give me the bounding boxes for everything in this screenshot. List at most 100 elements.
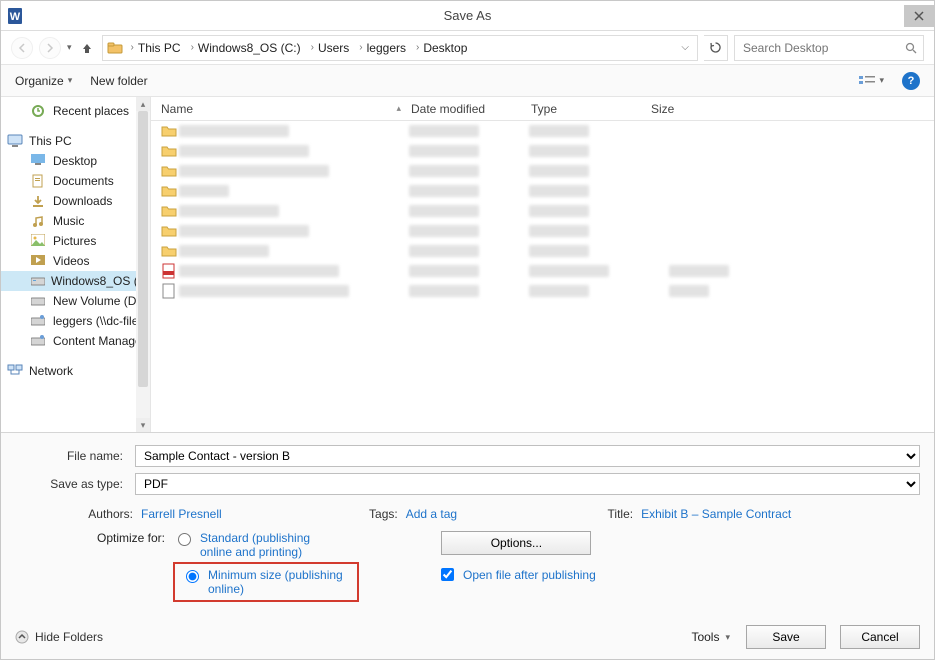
checkbox-input[interactable]: [441, 568, 454, 581]
file-list-header: Name▴ Date modified Type Size: [151, 97, 934, 121]
authors-value[interactable]: Farrell Presnell: [141, 507, 222, 521]
tree-label: New Volume (D:): [53, 294, 144, 308]
file-list: Name▴ Date modified Type Size: [151, 97, 934, 432]
radio-label: Minimum size (publishing online): [208, 568, 351, 596]
open-after-checkbox[interactable]: Open file after publishing: [437, 565, 596, 584]
radio-input[interactable]: [178, 533, 191, 546]
tree-label: This PC: [29, 134, 72, 148]
breadcrumb-segment[interactable]: ›Windows8_OS (C:): [187, 41, 303, 55]
tree-label: Network: [29, 364, 73, 378]
up-button[interactable]: [78, 39, 96, 57]
radio-input[interactable]: [186, 570, 199, 583]
tree-downloads[interactable]: Downloads: [1, 191, 150, 211]
address-dropdown-icon[interactable]: ⌵: [677, 42, 693, 53]
documents-icon: [31, 174, 47, 188]
close-button[interactable]: [904, 5, 934, 27]
hide-folders-button[interactable]: Hide Folders: [15, 630, 103, 644]
drive-icon: [107, 40, 123, 56]
file-row[interactable]: [151, 121, 934, 141]
hide-folders-label: Hide Folders: [35, 630, 103, 644]
tree-label: Downloads: [53, 194, 112, 208]
column-type[interactable]: Type: [531, 102, 651, 116]
save-as-type-select[interactable]: PDF: [135, 473, 920, 495]
breadcrumb-segment[interactable]: ›Users: [307, 41, 352, 55]
drive-icon: [31, 274, 45, 288]
tags-value[interactable]: Add a tag: [406, 507, 457, 521]
file-row[interactable]: [151, 161, 934, 181]
tree-leggers-share[interactable]: leggers (\\dc-file: [1, 311, 150, 331]
file-row[interactable]: [151, 141, 934, 161]
tree-recent-places[interactable]: Recent places: [1, 101, 150, 121]
main-area: ▴ ▾ Recent places This PC Desktop Docume…: [1, 97, 934, 433]
tree-content-manage[interactable]: Content Manage: [1, 331, 150, 351]
tree-music[interactable]: Music: [1, 211, 150, 231]
forward-button[interactable]: [39, 37, 61, 59]
folder-icon: [161, 244, 179, 258]
file-row[interactable]: [151, 181, 934, 201]
tree-documents[interactable]: Documents: [1, 171, 150, 191]
folder-icon: [161, 144, 179, 158]
videos-icon: [31, 254, 47, 268]
nav-tree: ▴ ▾ Recent places This PC Desktop Docume…: [1, 97, 151, 432]
back-button[interactable]: [11, 37, 33, 59]
titlebar: W Save As: [1, 1, 934, 31]
tree-network[interactable]: Network: [1, 361, 150, 381]
view-button[interactable]: ▾: [859, 75, 884, 87]
pc-icon: [7, 134, 23, 148]
tree-pictures[interactable]: Pictures: [1, 231, 150, 251]
folder-icon: [161, 224, 179, 238]
scroll-up-icon[interactable]: ▴: [136, 97, 150, 111]
file-name-input[interactable]: Sample Contact - version B: [135, 445, 920, 467]
network-drive-icon: [31, 334, 47, 348]
breadcrumb-segment[interactable]: ›Desktop: [412, 41, 469, 55]
tree-this-pc[interactable]: This PC: [1, 131, 150, 151]
scroll-down-icon[interactable]: ▾: [136, 418, 150, 432]
search-box[interactable]: [734, 35, 924, 61]
file-row[interactable]: [151, 221, 934, 241]
options-button[interactable]: Options...: [441, 531, 591, 555]
tree-label: Recent places: [53, 104, 129, 118]
address-bar[interactable]: ›This PC ›Windows8_OS (C:) ›Users ›legge…: [102, 35, 698, 61]
tools-button[interactable]: Tools▾: [691, 630, 730, 644]
help-button[interactable]: ?: [902, 72, 920, 90]
optimize-standard-radio[interactable]: Standard (publishing online and printing…: [173, 531, 343, 559]
sort-indicator-icon: ▴: [396, 103, 401, 114]
title-value[interactable]: Exhibit B – Sample Contract: [641, 507, 791, 521]
new-folder-button[interactable]: New folder: [90, 74, 147, 88]
checkbox-label: Open file after publishing: [463, 568, 596, 582]
tree-label: Music: [53, 214, 84, 228]
tree-label: Content Manage: [53, 334, 142, 348]
word-app-icon: W: [7, 6, 27, 26]
folder-icon: [161, 204, 179, 218]
file-row[interactable]: [151, 241, 934, 261]
cancel-button[interactable]: Cancel: [840, 625, 920, 649]
column-name[interactable]: Name▴: [161, 102, 411, 116]
tree-desktop[interactable]: Desktop: [1, 151, 150, 171]
title-label: Title:: [593, 507, 633, 521]
column-date[interactable]: Date modified: [411, 102, 531, 116]
tree-videos[interactable]: Videos: [1, 251, 150, 271]
folder-icon: [161, 184, 179, 198]
history-dropdown-icon[interactable]: ▾: [67, 42, 72, 53]
file-row[interactable]: [151, 201, 934, 221]
tree-windows8-os[interactable]: Windows8_OS (C:): [1, 271, 150, 291]
file-icon: [161, 283, 179, 299]
tree-label: Videos: [53, 254, 89, 268]
organize-button[interactable]: Organize▾: [15, 74, 72, 88]
nav-scrollbar[interactable]: [136, 111, 150, 418]
file-row[interactable]: [151, 261, 934, 281]
chevron-up-icon: [15, 630, 29, 644]
tags-label: Tags:: [358, 507, 398, 521]
refresh-button[interactable]: [704, 35, 728, 61]
search-input[interactable]: [741, 40, 905, 56]
save-button[interactable]: Save: [746, 625, 826, 649]
optimize-minimum-radio[interactable]: Minimum size (publishing online): [181, 568, 351, 596]
search-icon: [905, 42, 917, 54]
breadcrumb-segment[interactable]: ›This PC: [127, 41, 183, 55]
authors-label: Authors:: [73, 507, 133, 521]
breadcrumb-segment[interactable]: ›leggers: [355, 41, 408, 55]
tree-new-volume[interactable]: New Volume (D:): [1, 291, 150, 311]
file-row[interactable]: [151, 281, 934, 301]
tree-label: Pictures: [53, 234, 96, 248]
column-size[interactable]: Size: [651, 102, 731, 116]
